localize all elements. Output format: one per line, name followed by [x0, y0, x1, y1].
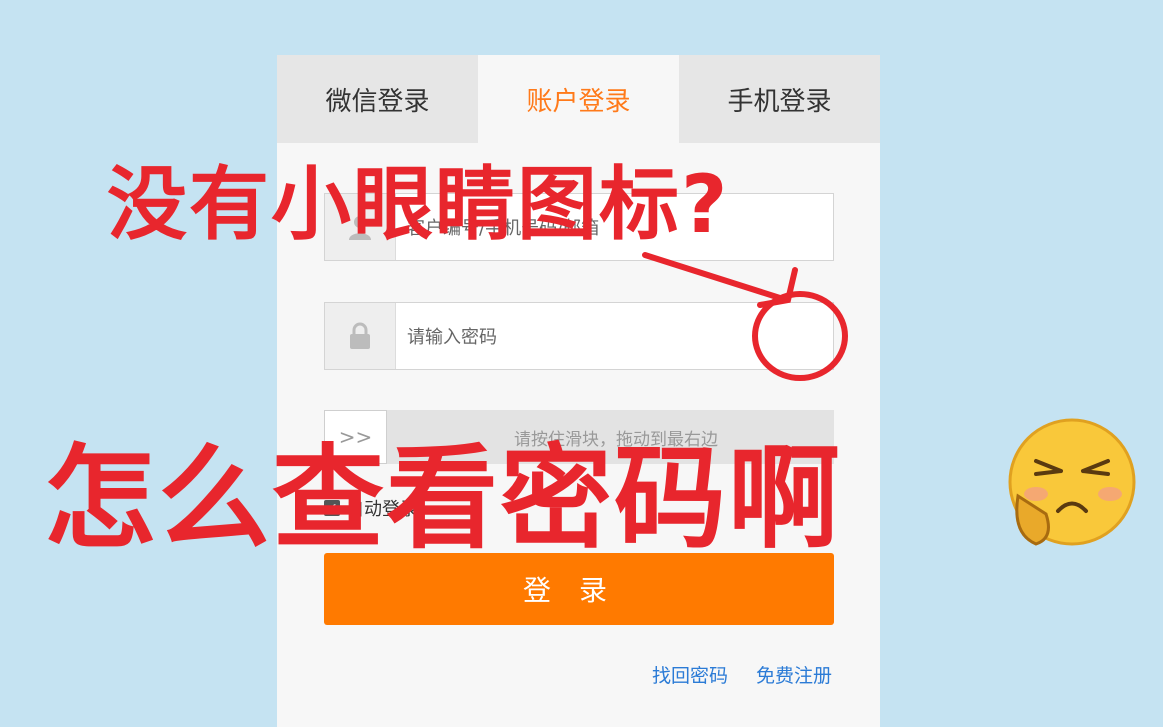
- overlay-caption-bottom: 怎么查看密码啊: [44, 434, 842, 564]
- lock-icon: [325, 303, 396, 369]
- password-input[interactable]: [405, 303, 819, 371]
- footer-links: 找回密码 免费注册: [652, 661, 832, 688]
- forgot-password-link[interactable]: 找回密码: [652, 661, 728, 688]
- tab-wechat-login[interactable]: 微信登录: [277, 55, 478, 143]
- tab-account-login[interactable]: 账户登录: [478, 55, 679, 143]
- password-field: [324, 302, 834, 371]
- frustrated-face-icon: [1008, 418, 1136, 546]
- overlay-caption-top: 没有小眼睛图标?: [107, 158, 730, 251]
- tab-phone-login[interactable]: 手机登录: [679, 55, 880, 143]
- login-tabs: 微信登录 账户登录 手机登录: [277, 55, 880, 143]
- register-link[interactable]: 免费注册: [756, 661, 832, 688]
